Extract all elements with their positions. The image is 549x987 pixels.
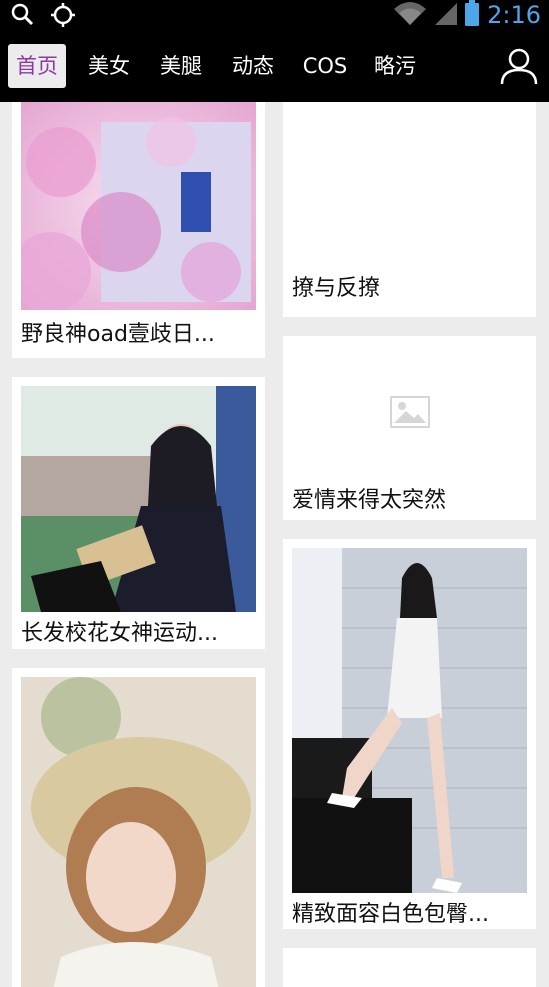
feed-card[interactable]	[283, 948, 536, 987]
image-placeholder-icon	[390, 396, 430, 432]
status-bar: 2:16	[0, 0, 549, 30]
search-icon	[10, 2, 36, 32]
tab-beauty[interactable]: 美女	[80, 44, 138, 88]
feed-card[interactable]: 长发校花女神运动...	[12, 377, 265, 649]
feed-card[interactable]: 撩与反撩	[283, 102, 536, 317]
card-image	[21, 102, 256, 310]
feed-card[interactable]: 爱情来得太突然	[283, 336, 536, 520]
tab-home[interactable]: 首页	[8, 44, 66, 88]
tab-legs[interactable]: 美腿	[152, 44, 210, 88]
signal-icon	[435, 1, 458, 29]
feed-card[interactable]	[12, 668, 265, 987]
top-navigation: 首页 美女 美腿 动态 COS 略污	[0, 30, 549, 102]
card-caption: 精致面容白色包臀...	[292, 902, 489, 927]
card-caption: 爱情来得太突然	[292, 488, 447, 513]
tab-naughty[interactable]: 略污	[366, 44, 424, 88]
user-icon[interactable]	[499, 46, 539, 86]
card-caption: 撩与反撩	[292, 276, 381, 301]
card-caption: 野良神oad壹歧日...	[21, 322, 215, 347]
feed-card[interactable]: 野良神oad壹歧日...	[12, 102, 265, 358]
card-caption: 长发校花女神运动...	[21, 621, 218, 646]
gps-icon	[50, 2, 76, 32]
wifi-icon	[393, 1, 427, 29]
tab-cos[interactable]: COS	[296, 44, 354, 88]
feed-card[interactable]: 精致面容白色包臀...	[283, 539, 536, 929]
tab-dynamic[interactable]: 动态	[224, 44, 282, 88]
card-image	[292, 548, 527, 893]
battery-icon	[465, 0, 480, 30]
card-image	[21, 386, 256, 612]
image-feed: 野良神oad壹歧日... 长发校花女神运动... 撩与反撩 爱情来得太突然 精致…	[0, 102, 549, 987]
card-image	[21, 677, 256, 987]
clock: 2:16	[487, 1, 541, 29]
